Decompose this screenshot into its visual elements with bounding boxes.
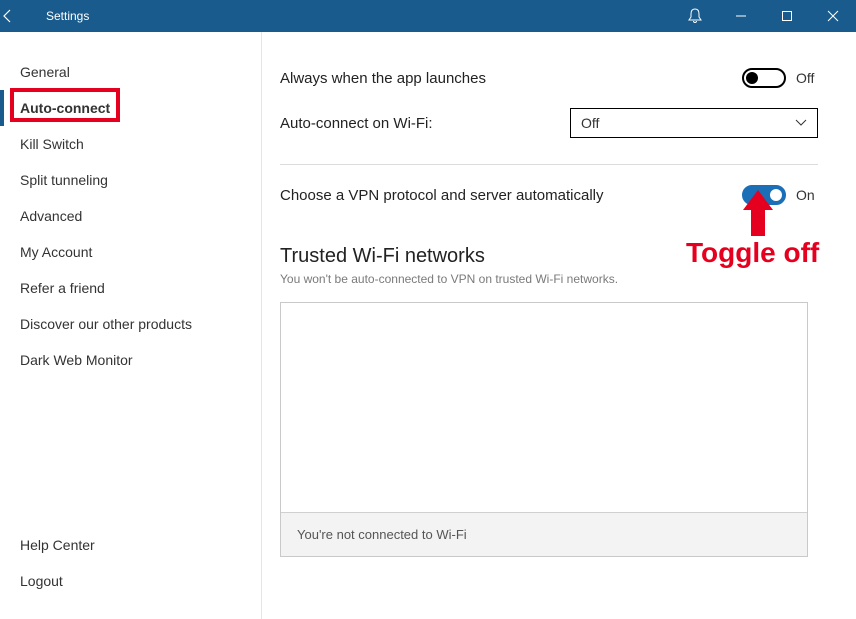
sidebar-item-kill-switch[interactable]: Kill Switch bbox=[0, 126, 261, 162]
auto-protocol-toggle[interactable] bbox=[742, 185, 786, 205]
sidebar-item-split-tunneling[interactable]: Split tunneling bbox=[0, 162, 261, 198]
sidebar-item-my-account[interactable]: My Account bbox=[0, 234, 261, 270]
trusted-networks-list bbox=[281, 303, 807, 512]
titlebar: Settings bbox=[0, 0, 856, 32]
trusted-networks-box: You're not connected to Wi-Fi bbox=[280, 302, 808, 557]
always-launch-toggle[interactable] bbox=[742, 68, 786, 88]
row-autoconnect-wifi: Auto-connect on Wi-Fi: Off bbox=[280, 102, 818, 158]
always-launch-label: Always when the app launches bbox=[280, 70, 742, 87]
chevron-down-icon bbox=[795, 119, 807, 127]
always-launch-state: Off bbox=[796, 70, 818, 86]
sidebar-item-refer-a-friend[interactable]: Refer a friend bbox=[0, 270, 261, 306]
sidebar-item-advanced[interactable]: Advanced bbox=[0, 198, 261, 234]
autoconnect-wifi-label: Auto-connect on Wi-Fi: bbox=[280, 115, 570, 132]
minimize-button[interactable] bbox=[718, 0, 764, 32]
row-auto-protocol: Choose a VPN protocol and server automat… bbox=[280, 165, 818, 219]
row-always-launch: Always when the app launches Off bbox=[280, 54, 818, 102]
auto-protocol-state: On bbox=[796, 187, 818, 203]
auto-protocol-label: Choose a VPN protocol and server automat… bbox=[280, 187, 742, 204]
autoconnect-wifi-dropdown[interactable]: Off bbox=[570, 108, 818, 138]
sidebar-item-dark-web-monitor[interactable]: Dark Web Monitor bbox=[0, 342, 261, 378]
trusted-networks-footer: You're not connected to Wi-Fi bbox=[281, 512, 807, 556]
close-button[interactable] bbox=[810, 0, 856, 32]
bell-icon[interactable] bbox=[672, 0, 718, 32]
sidebar-item-auto-connect[interactable]: Auto-connect bbox=[0, 90, 261, 126]
sidebar: General Auto-connect Kill Switch Split t… bbox=[0, 32, 262, 619]
trusted-subtitle: You won't be auto-connected to VPN on tr… bbox=[280, 272, 818, 286]
content-area: Always when the app launches Off Auto-co… bbox=[262, 32, 856, 619]
sidebar-item-discover-products[interactable]: Discover our other products bbox=[0, 306, 261, 342]
trusted-title: Trusted Wi-Fi networks bbox=[280, 245, 818, 268]
maximize-button[interactable] bbox=[764, 0, 810, 32]
window-title: Settings bbox=[42, 9, 89, 23]
sidebar-item-help-center[interactable]: Help Center bbox=[0, 527, 261, 563]
back-button[interactable] bbox=[0, 8, 42, 24]
autoconnect-wifi-value: Off bbox=[581, 115, 599, 131]
sidebar-item-logout[interactable]: Logout bbox=[0, 563, 261, 599]
sidebar-item-general[interactable]: General bbox=[0, 54, 261, 90]
